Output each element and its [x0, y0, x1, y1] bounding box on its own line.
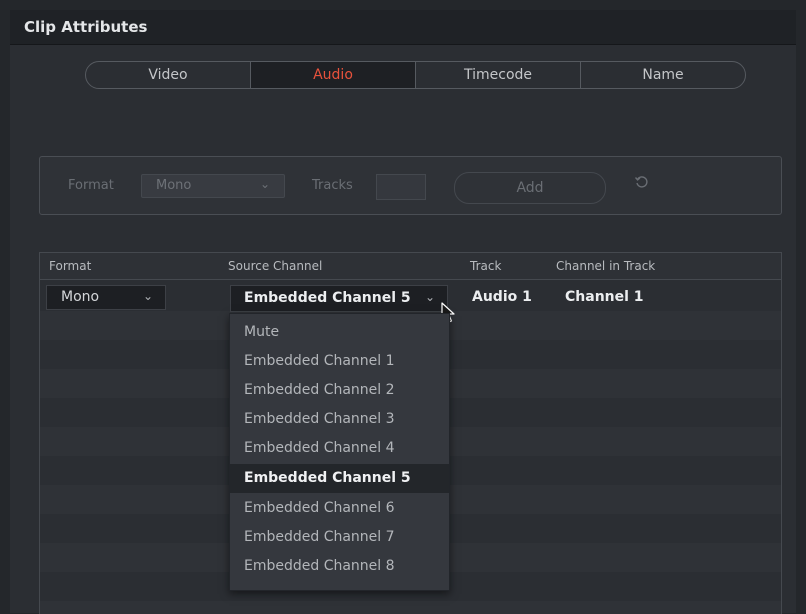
source-channel-select[interactable]: Embedded Channel 5 ⌄ [230, 285, 448, 312]
tab-audio[interactable]: Audio [250, 62, 415, 88]
option-mute[interactable]: Mute [230, 318, 449, 347]
row-format-value: Mono [61, 289, 100, 305]
option-embedded-channel-6[interactable]: Embedded Channel 6 [230, 494, 449, 523]
format-group-value: Mono [156, 178, 192, 193]
format-label: Format [68, 178, 114, 193]
chevron-down-icon: ⌄ [142, 289, 153, 303]
header-channel-in-track: Channel in Track [556, 259, 656, 273]
table-header: Format Source Channel Track Channel in T… [40, 253, 781, 280]
tab-timecode[interactable]: Timecode [415, 62, 580, 88]
option-embedded-channel-7[interactable]: Embedded Channel 7 [230, 523, 449, 552]
format-group-select[interactable]: Mono ⌄ [141, 174, 285, 198]
track-value: Audio 1 [472, 289, 532, 305]
source-channel-dropdown: Mute Embedded Channel 1 Embedded Channel… [229, 313, 450, 591]
source-channel-value: Embedded Channel 5 [244, 290, 411, 306]
tracks-input[interactable] [376, 174, 426, 200]
add-button[interactable]: Add [454, 172, 606, 204]
chevron-down-icon: ⌄ [259, 177, 270, 191]
tab-bar: Video Audio Timecode Name [85, 61, 746, 89]
title-bar: Clip Attributes [10, 10, 796, 45]
option-embedded-channel-4[interactable]: Embedded Channel 4 [230, 434, 449, 463]
tracks-label: Tracks [312, 178, 353, 193]
chevron-down-icon: ⌄ [424, 290, 435, 304]
header-track: Track [470, 259, 502, 273]
option-embedded-channel-5[interactable]: Embedded Channel 5 [230, 464, 449, 493]
channel-in-track-value: Channel 1 [565, 289, 644, 305]
option-embedded-channel-8[interactable]: Embedded Channel 8 [230, 552, 449, 581]
option-embedded-channel-1[interactable]: Embedded Channel 1 [230, 347, 449, 376]
row-format-select[interactable]: Mono ⌄ [46, 285, 166, 310]
reset-icon[interactable] [634, 174, 650, 194]
option-embedded-channel-3[interactable]: Embedded Channel 3 [230, 405, 449, 434]
table-row [40, 601, 781, 614]
tab-video[interactable]: Video [86, 62, 250, 88]
header-source-channel: Source Channel [228, 259, 323, 273]
window-title: Clip Attributes [24, 18, 148, 36]
header-format: Format [49, 259, 92, 273]
option-embedded-channel-2[interactable]: Embedded Channel 2 [230, 376, 449, 405]
tab-name[interactable]: Name [580, 62, 745, 88]
